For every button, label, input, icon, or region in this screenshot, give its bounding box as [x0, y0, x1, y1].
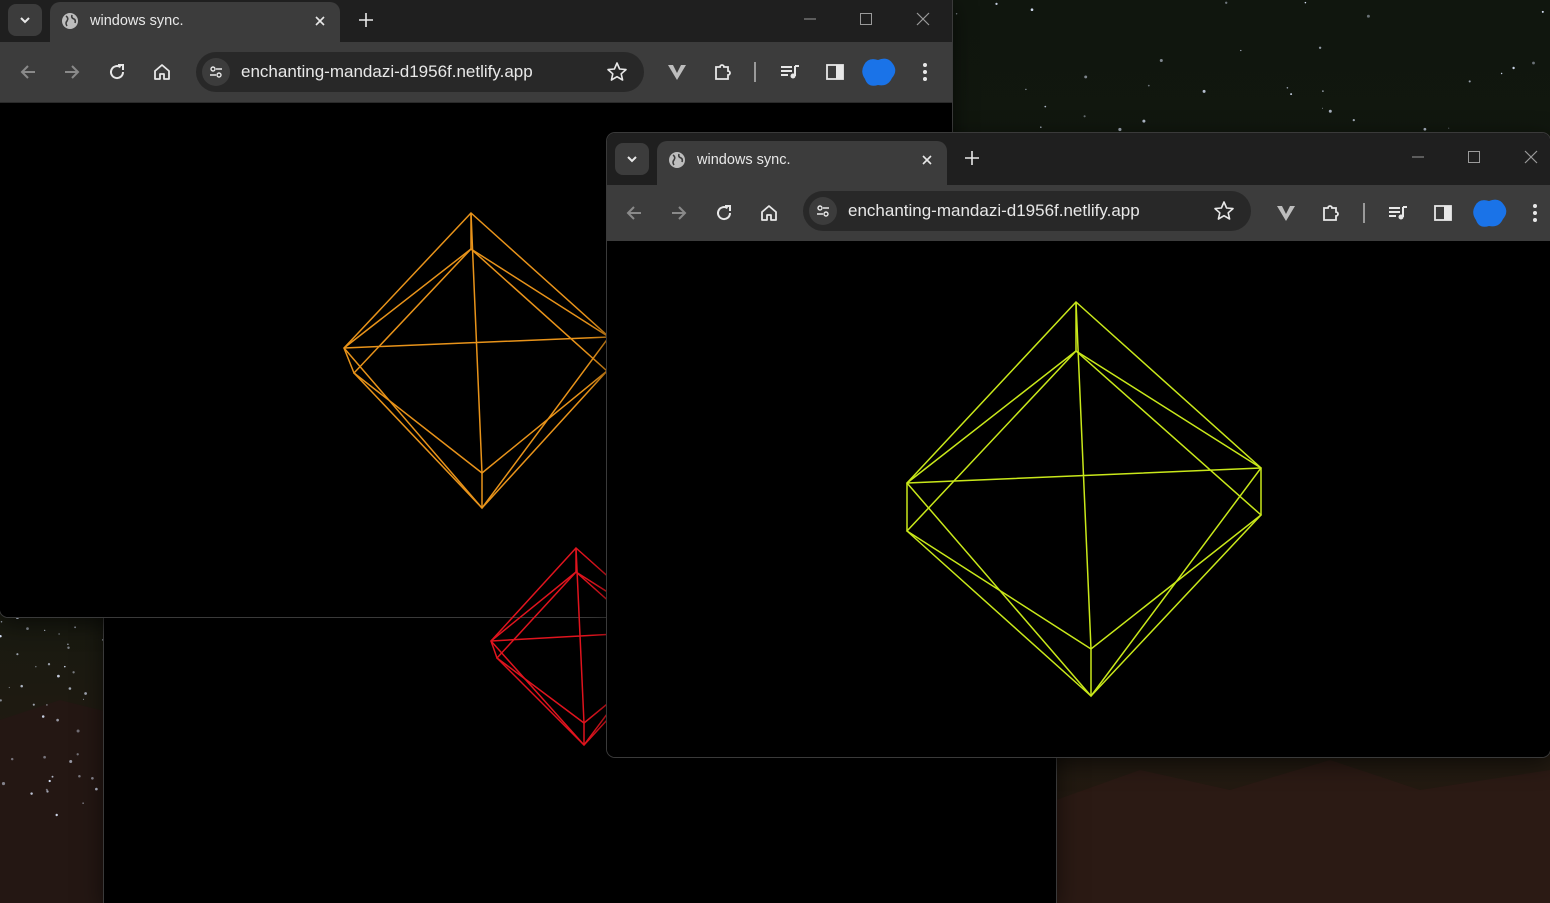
menu-button[interactable]	[910, 57, 940, 87]
extension-v-button[interactable]	[1271, 198, 1301, 228]
home-icon	[154, 64, 170, 80]
new-tab-button[interactable]	[958, 144, 986, 172]
media-playlist-icon	[1389, 206, 1407, 220]
side-panel-icon	[826, 64, 844, 80]
tab-search-button[interactable]	[8, 4, 42, 36]
back-button[interactable]	[13, 57, 43, 87]
site-info-button[interactable]	[202, 58, 230, 86]
minimize-icon	[1412, 156, 1424, 158]
chevron-down-icon	[627, 156, 637, 163]
navigation-toolbar: enchanting-mandazi-d1956f.netlify.app	[607, 185, 1550, 242]
minimize-icon	[804, 18, 816, 20]
reload-button[interactable]	[102, 57, 132, 87]
home-icon	[761, 205, 777, 221]
star-icon[interactable]	[1213, 200, 1235, 222]
close-window-button[interactable]	[1516, 144, 1546, 170]
back-button[interactable]	[619, 198, 649, 228]
media-controls-button[interactable]	[1383, 198, 1413, 228]
url-text: enchanting-mandazi-d1956f.netlify.app	[848, 201, 1140, 220]
toolbar-divider	[1363, 203, 1365, 223]
extension-v-button[interactable]	[662, 57, 692, 87]
close-window-button[interactable]	[908, 6, 938, 32]
maximize-icon	[860, 13, 872, 25]
tab-active[interactable]: windows sync.	[50, 2, 340, 42]
maximize-button[interactable]	[851, 6, 881, 32]
url-text: enchanting-mandazi-d1956f.netlify.app	[241, 62, 533, 81]
minimize-button[interactable]	[795, 6, 825, 32]
new-tab-button[interactable]	[352, 6, 380, 34]
close-icon	[315, 16, 325, 26]
puzzle-icon	[1323, 205, 1339, 221]
home-button[interactable]	[147, 57, 177, 87]
arrow-right-icon	[65, 65, 80, 79]
yellow-octahedron	[905, 300, 1263, 698]
profile-button[interactable]	[860, 55, 898, 89]
v-logo-icon	[1277, 206, 1295, 221]
maximize-button[interactable]	[1459, 144, 1489, 170]
tab-close-button[interactable]	[310, 11, 330, 31]
browser-window-right: windows sync. enchanting-mandazi-d1956f.…	[607, 133, 1550, 757]
tab-strip: windows sync.	[0, 0, 952, 42]
tune-icon	[210, 66, 222, 78]
forward-button[interactable]	[664, 198, 694, 228]
arrow-right-icon	[672, 206, 687, 220]
chevron-down-icon	[20, 17, 30, 24]
tab-close-button[interactable]	[917, 150, 937, 170]
page-content-right	[607, 241, 1550, 757]
tab-active[interactable]: windows sync.	[657, 141, 947, 185]
toolbar-divider	[754, 62, 756, 82]
minimize-button[interactable]	[1403, 144, 1433, 170]
puzzle-icon	[715, 64, 731, 80]
profile-avatar-icon	[862, 58, 896, 86]
forward-button[interactable]	[57, 57, 87, 87]
orange-octahedron	[342, 211, 611, 510]
address-bar[interactable]: enchanting-mandazi-d1956f.netlify.app	[803, 191, 1251, 231]
tab-title: windows sync.	[90, 13, 184, 29]
extensions-button[interactable]	[708, 57, 738, 87]
tab-strip: windows sync.	[607, 133, 1550, 185]
plus-icon	[965, 151, 979, 165]
home-button[interactable]	[754, 198, 784, 228]
address-bar[interactable]: enchanting-mandazi-d1956f.netlify.app	[196, 52, 644, 92]
arrow-left-icon	[20, 65, 35, 79]
maximize-icon	[1468, 151, 1480, 163]
tune-icon	[817, 205, 829, 217]
v-logo-icon	[668, 65, 686, 80]
side-panel-icon	[1434, 205, 1452, 221]
profile-button[interactable]	[1471, 196, 1509, 230]
tab-title: windows sync.	[697, 152, 791, 168]
media-playlist-icon	[781, 65, 799, 79]
profile-avatar-icon	[1473, 199, 1507, 227]
globe-icon	[669, 152, 685, 168]
reload-button[interactable]	[709, 198, 739, 228]
menu-button[interactable]	[1520, 198, 1550, 228]
extensions-button[interactable]	[1316, 198, 1346, 228]
more-vertical-icon	[923, 63, 927, 81]
side-panel-button[interactable]	[1428, 198, 1458, 228]
close-icon	[922, 155, 932, 165]
more-vertical-icon	[1533, 204, 1537, 222]
plus-icon	[359, 13, 373, 27]
star-icon[interactable]	[606, 61, 628, 83]
reload-icon	[717, 205, 732, 221]
reload-icon	[110, 64, 125, 80]
globe-icon	[62, 13, 78, 29]
media-controls-button[interactable]	[775, 57, 805, 87]
navigation-toolbar: enchanting-mandazi-d1956f.netlify.app	[0, 42, 952, 103]
side-panel-button[interactable]	[820, 57, 850, 87]
tab-search-button[interactable]	[615, 143, 649, 175]
arrow-left-icon	[626, 206, 641, 220]
close-window-icon	[916, 12, 930, 26]
close-window-icon	[1524, 150, 1538, 164]
site-info-button[interactable]	[809, 197, 837, 225]
